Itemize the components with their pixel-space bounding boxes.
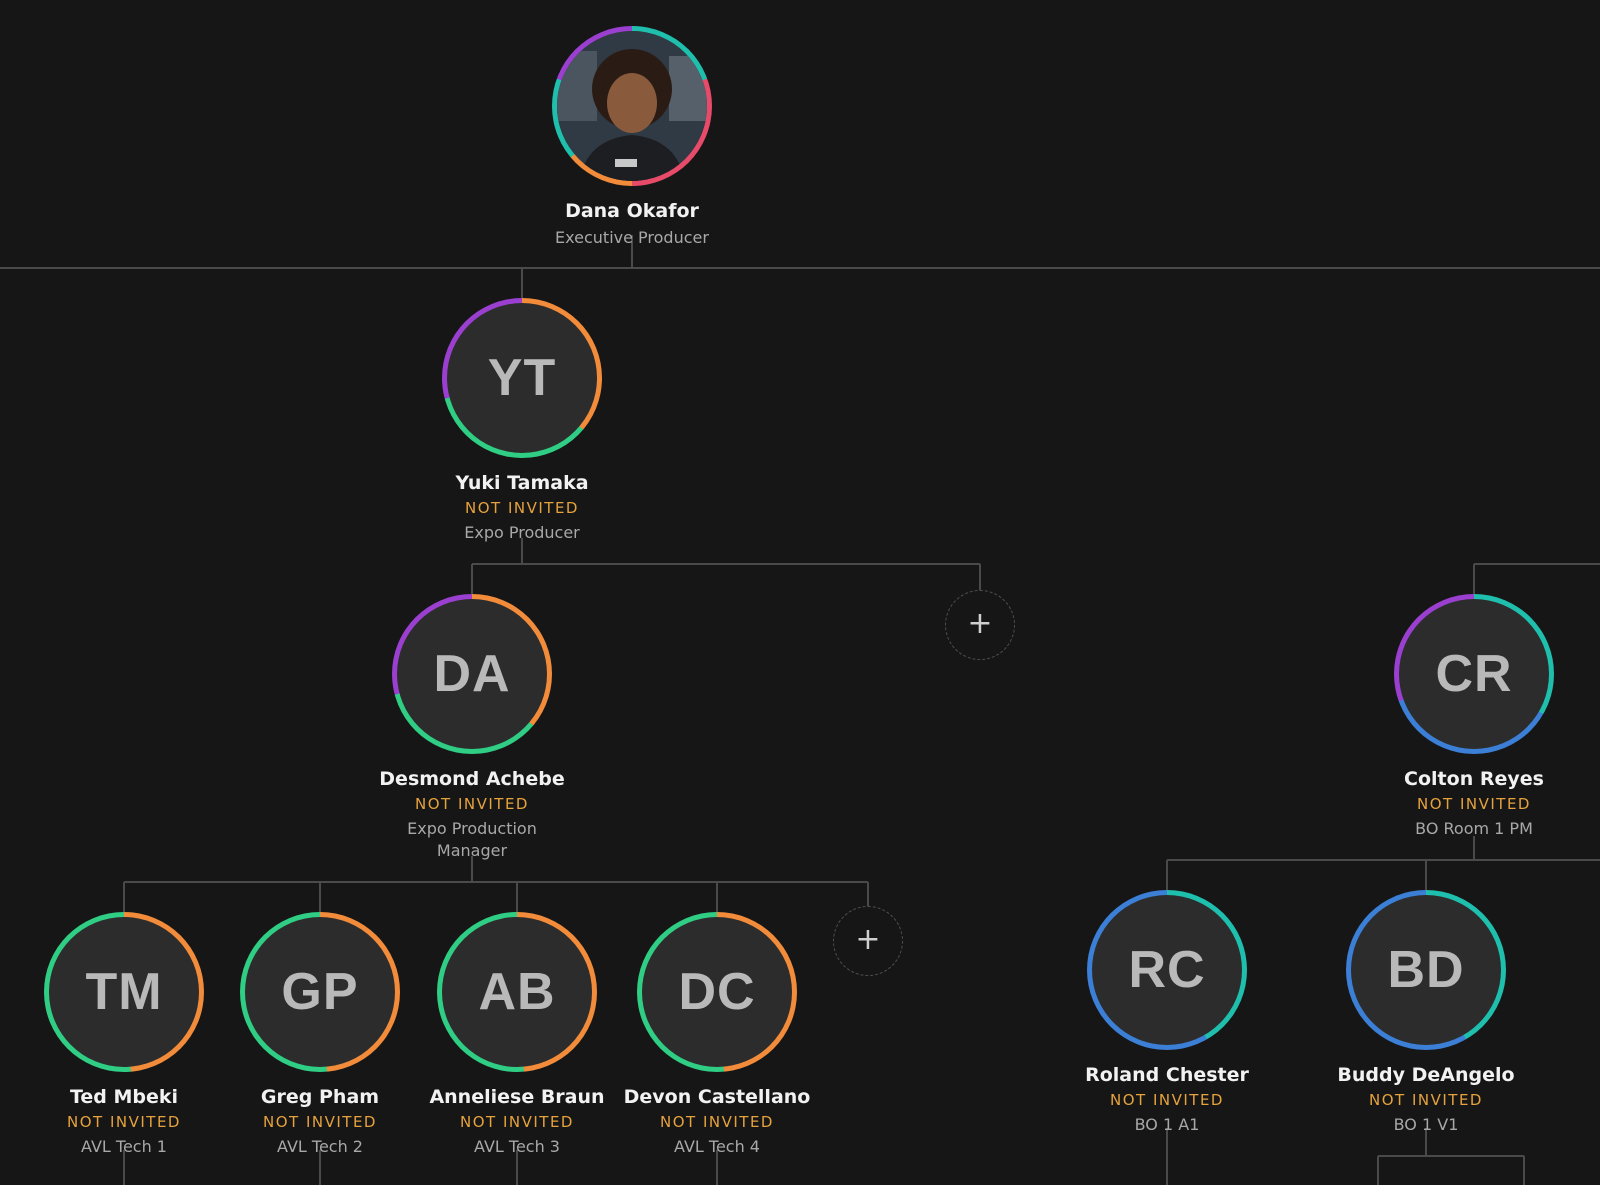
org-node-devon-castellano[interactable]: DC Devon Castellano NOT INVITED AVL Tech… bbox=[587, 912, 847, 1158]
avatar-initials: CR bbox=[1399, 599, 1549, 749]
invite-status: NOT INVITED bbox=[1369, 1091, 1483, 1109]
avatar[interactable] bbox=[552, 26, 712, 186]
avatar[interactable]: AB bbox=[437, 912, 597, 1072]
invite-status: NOT INVITED bbox=[1110, 1091, 1224, 1109]
org-node-buddy-deangelo[interactable]: BD Buddy DeAngelo NOT INVITED BO 1 V1 bbox=[1296, 890, 1556, 1136]
org-node-roland-chester[interactable]: RC Roland Chester NOT INVITED BO 1 A1 bbox=[1037, 890, 1297, 1136]
avatar[interactable]: TM bbox=[44, 912, 204, 1072]
org-node-yuki-tamaka[interactable]: YT Yuki Tamaka NOT INVITED Expo Producer bbox=[392, 298, 652, 544]
org-node-desmond-achebe[interactable]: DA Desmond Achebe NOT INVITED Expo Produ… bbox=[342, 594, 602, 862]
person-name: Desmond Achebe bbox=[379, 768, 565, 790]
avatar-initials: BD bbox=[1351, 895, 1501, 1045]
add-child-button[interactable]: + bbox=[833, 906, 903, 976]
avatar[interactable]: YT bbox=[442, 298, 602, 458]
org-node-root[interactable]: Dana Okafor Executive Producer bbox=[502, 26, 762, 249]
avatar-initials: DA bbox=[397, 599, 547, 749]
person-role: BO 1 V1 bbox=[1393, 1115, 1459, 1134]
invite-status: NOT INVITED bbox=[1417, 795, 1531, 813]
person-name: Buddy DeAngelo bbox=[1337, 1064, 1515, 1086]
person-name: Dana Okafor bbox=[565, 200, 699, 222]
avatar-initials: YT bbox=[447, 303, 597, 453]
person-name: Roland Chester bbox=[1085, 1064, 1249, 1086]
avatar[interactable]: DC bbox=[637, 912, 797, 1072]
person-role: AVL Tech 3 bbox=[474, 1137, 560, 1156]
avatar-initials: AB bbox=[442, 917, 592, 1067]
person-name: Yuki Tamaka bbox=[455, 472, 589, 494]
invite-status: NOT INVITED bbox=[465, 499, 579, 517]
person-name: Colton Reyes bbox=[1404, 768, 1544, 790]
avatar-initials: TM bbox=[49, 917, 199, 1067]
avatar-initials: DC bbox=[642, 917, 792, 1067]
add-child-button[interactable]: + bbox=[945, 590, 1015, 660]
profile-photo bbox=[557, 31, 707, 181]
avatar-initials: RC bbox=[1092, 895, 1242, 1045]
person-role: AVL Tech 1 bbox=[81, 1137, 167, 1156]
person-role: Expo Producer bbox=[464, 523, 580, 542]
avatar[interactable]: DA bbox=[392, 594, 552, 754]
invite-status: NOT INVITED bbox=[415, 795, 529, 813]
org-node-colton-reyes[interactable]: CR Colton Reyes NOT INVITED BO Room 1 PM bbox=[1344, 594, 1600, 840]
avatar[interactable]: BD bbox=[1346, 890, 1506, 1050]
person-role: AVL Tech 2 bbox=[277, 1137, 363, 1156]
avatar-initials: GP bbox=[245, 917, 395, 1067]
person-role: Executive Producer bbox=[555, 228, 709, 247]
person-role: BO Room 1 PM bbox=[1415, 819, 1533, 838]
invite-status: NOT INVITED bbox=[660, 1113, 774, 1131]
avatar[interactable]: CR bbox=[1394, 594, 1554, 754]
avatar[interactable]: RC bbox=[1087, 890, 1247, 1050]
avatar[interactable]: GP bbox=[240, 912, 400, 1072]
person-role: BO 1 A1 bbox=[1134, 1115, 1200, 1134]
person-role: AVL Tech 4 bbox=[674, 1137, 760, 1156]
person-role: Expo Production Manager bbox=[407, 819, 537, 860]
person-name: Devon Castellano bbox=[623, 1086, 811, 1108]
